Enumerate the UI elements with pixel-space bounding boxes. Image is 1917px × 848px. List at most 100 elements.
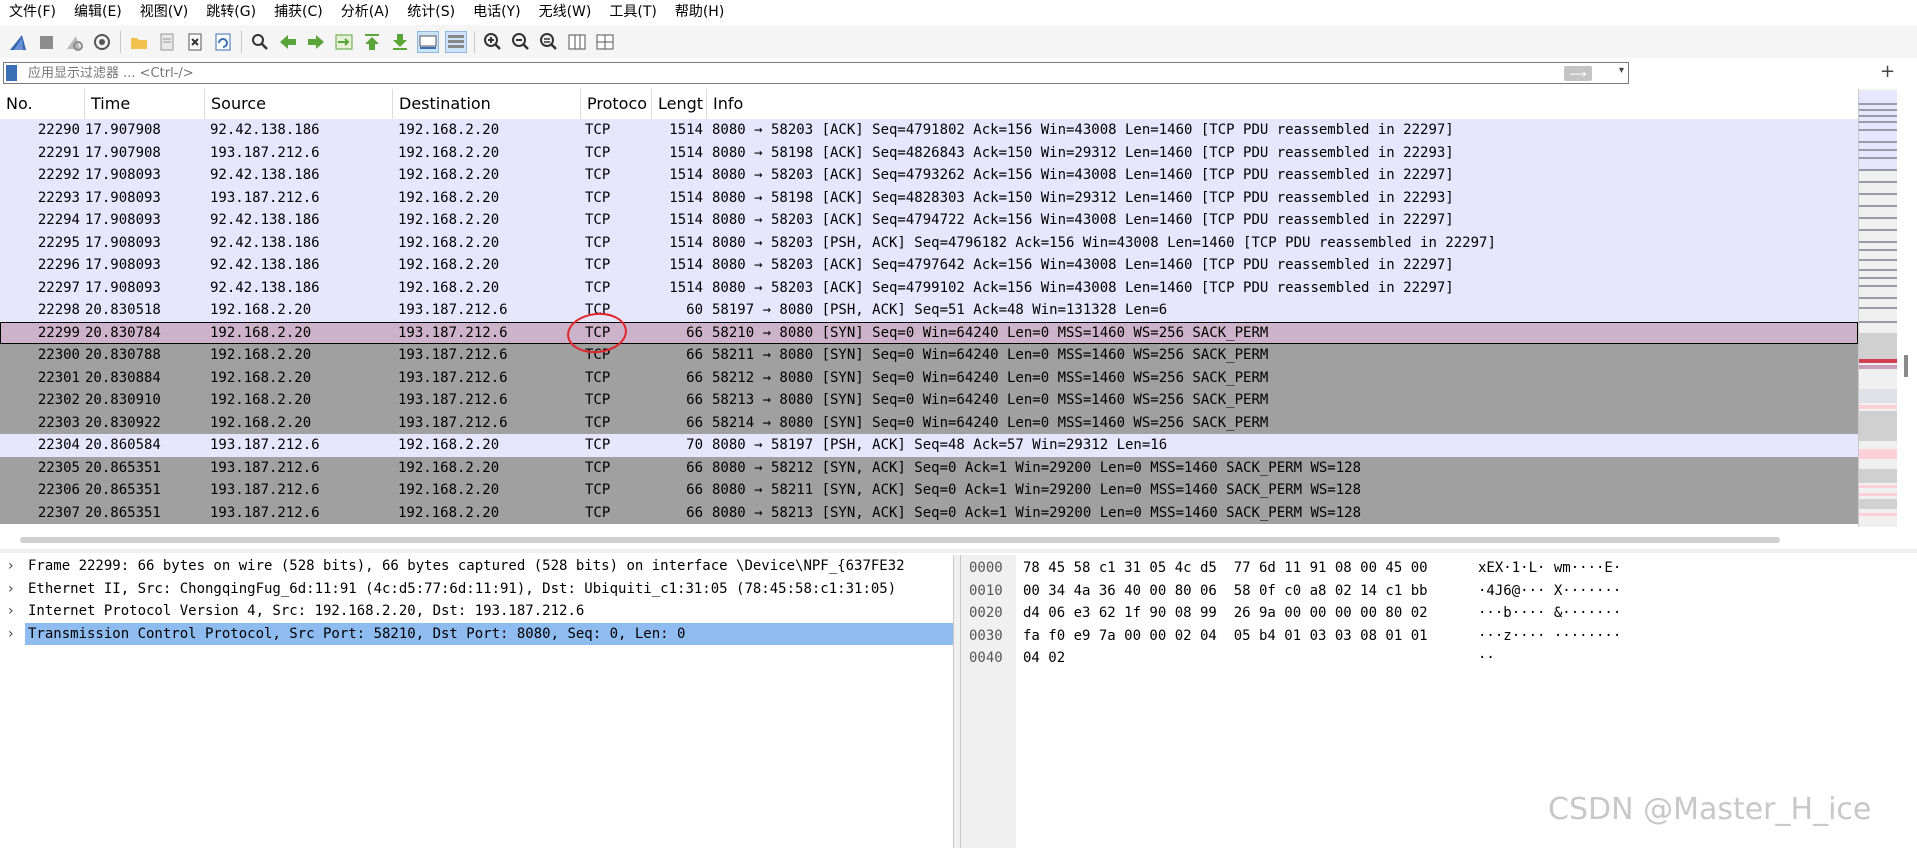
- bytes-ascii[interactable]: xEX·1·L· wm····E·: [1478, 557, 1621, 580]
- stop-icon[interactable]: [35, 31, 57, 53]
- table-row[interactable]: 22302 20.830910 192.168.2.20 193.187.212.6 T…: [0, 389, 1858, 412]
- reload-icon[interactable]: [212, 31, 234, 53]
- menu-item[interactable]: 工具(T): [600, 0, 665, 24]
- packet-list[interactable]: No. Time Source Destination Protoco Leng…: [0, 89, 1858, 527]
- menu-item[interactable]: 捕获(C): [265, 0, 332, 24]
- expand-arrow-icon[interactable]: ›: [8, 600, 20, 623]
- bytes-ascii[interactable]: ···b···· &·······: [1478, 602, 1621, 625]
- chevron-down-icon[interactable]: ▾: [1619, 65, 1624, 76]
- zoom-out-icon[interactable]: [510, 31, 532, 53]
- table-row[interactable]: 22303 20.830922 192.168.2.20 193.187.212.6 T…: [0, 411, 1858, 434]
- bytes-ascii[interactable]: ·4J6@··· X·······: [1478, 580, 1621, 603]
- expand-arrow-icon[interactable]: ›: [8, 555, 20, 578]
- apply-filter-button[interactable]: ⟶: [1564, 66, 1592, 81]
- detail-text: Ethernet II, Src: ChongqingFug_6d:11:91 …: [28, 580, 897, 597]
- bytes-hex[interactable]: fa f0 e9 7a 00 00 02 04 05 b4 01 03 03 0…: [1023, 625, 1428, 648]
- go-back-icon[interactable]: [277, 31, 299, 53]
- restart-icon[interactable]: [63, 31, 85, 53]
- layout-icon[interactable]: [594, 31, 616, 53]
- shark-fin-start-icon[interactable]: [7, 31, 29, 53]
- table-row[interactable]: 22296 17.908093 92.42.138.186 192.168.2.20 T…: [0, 254, 1858, 277]
- packet-minimap[interactable]: [1858, 89, 1897, 527]
- menu-item[interactable]: 电话(Y): [464, 0, 529, 24]
- colorize-icon[interactable]: [445, 30, 467, 53]
- column-header-time[interactable]: Time: [85, 89, 205, 119]
- table-row[interactable]: 22305 20.865351 193.187.212.6 192.168.2.20 T…: [0, 456, 1858, 479]
- expand-arrow-icon[interactable]: ›: [8, 578, 20, 601]
- cell-info: 8080 → 58198 [ACK] Seq=4826843 Ack=150 W…: [712, 144, 1454, 161]
- horizontal-scrollbar[interactable]: [20, 537, 1780, 543]
- go-to-packet-icon[interactable]: [333, 31, 355, 53]
- table-row[interactable]: 22297 17.908093 92.42.138.186 192.168.2.20 T…: [0, 276, 1858, 299]
- table-row[interactable]: 22294 17.908093 92.42.138.186 192.168.2.20 T…: [0, 209, 1858, 232]
- detail-tree-item[interactable]: › Frame 22299: 66 bytes on wire (528 bits…: [0, 555, 955, 578]
- open-folder-icon[interactable]: [128, 31, 150, 53]
- cell-len: 1514: [669, 167, 703, 183]
- detail-tree-item[interactable]: › Transmission Control Protocol, Src Port…: [0, 622, 955, 646]
- autoscroll-icon[interactable]: [417, 30, 439, 53]
- toolbar-separator: [474, 30, 475, 53]
- menu-item[interactable]: 统计(S): [398, 0, 464, 24]
- menu-item[interactable]: 文件(F): [0, 0, 65, 24]
- minimap-band: [1859, 359, 1897, 363]
- close-file-icon[interactable]: [184, 31, 206, 53]
- find-icon[interactable]: [249, 31, 271, 53]
- detail-tree-item[interactable]: › Internet Protocol Version 4, Src: 192.1…: [0, 600, 955, 623]
- bytes-ascii[interactable]: ···z···· ········: [1478, 625, 1621, 648]
- display-filter-input[interactable]: [28, 64, 1528, 82]
- bytes-hex[interactable]: 78 45 58 c1 31 05 4c d5 77 6d 11 91 08 0…: [1023, 557, 1428, 580]
- table-row[interactable]: 22295 17.908093 92.42.138.186 192.168.2.20 T…: [0, 231, 1858, 254]
- pane-splitter[interactable]: [0, 549, 1917, 553]
- cell-src: 193.187.212.6: [210, 189, 320, 206]
- pane-divider[interactable]: [953, 555, 961, 848]
- go-last-icon[interactable]: [389, 31, 411, 53]
- column-header-source[interactable]: Source: [205, 89, 393, 119]
- menu-item[interactable]: 视图(V): [131, 0, 198, 24]
- bytes-hex[interactable]: d4 06 e3 62 1f 90 08 99 26 9a 00 00 00 0…: [1023, 602, 1428, 625]
- save-file-icon[interactable]: [156, 31, 178, 53]
- expand-arrow-icon[interactable]: ›: [8, 623, 20, 646]
- table-row[interactable]: 22290 17.907908 92.42.138.186 192.168.2.20 T…: [0, 119, 1858, 142]
- column-header-length[interactable]: Lengt: [652, 89, 707, 119]
- table-row[interactable]: 22293 17.908093 193.187.212.6 192.168.2.20 T…: [0, 186, 1858, 209]
- table-row[interactable]: 22307 20.865351 193.187.212.6 192.168.2.20 T…: [0, 501, 1858, 524]
- bytes-ascii[interactable]: ··: [1478, 647, 1495, 670]
- column-header-protocol[interactable]: Protoco: [581, 89, 652, 119]
- table-row[interactable]: 22306 20.865351 193.187.212.6 192.168.2.20 T…: [0, 479, 1858, 502]
- zoom-in-icon[interactable]: [482, 31, 504, 53]
- column-header-info[interactable]: Info: [707, 89, 1858, 119]
- table-row[interactable]: 22292 17.908093 92.42.138.186 192.168.2.20 T…: [0, 164, 1858, 187]
- cell-src: 92.42.138.186: [210, 122, 320, 138]
- table-row-selected[interactable]: 22299 20.830784 192.168.2.20 193.187.212.6 T…: [0, 321, 1858, 344]
- add-filter-button[interactable]: +: [1880, 61, 1895, 83]
- table-row[interactable]: 22291 17.907908 193.187.212.6 192.168.2.20 T…: [0, 141, 1858, 164]
- menu-item[interactable]: 帮助(H): [666, 0, 733, 24]
- cell-dst: 193.187.212.6: [398, 347, 508, 363]
- column-header-no[interactable]: No.: [0, 89, 85, 119]
- menu-item[interactable]: 编辑(E): [65, 0, 131, 24]
- zoom-normal-icon[interactable]: [538, 31, 560, 53]
- table-row[interactable]: 22304 20.860584 193.187.212.6 192.168.2.20 T…: [0, 434, 1858, 457]
- cell-no: 22307: [37, 504, 80, 521]
- menu-item[interactable]: 分析(A): [332, 0, 399, 24]
- cell-time: 17.908093: [85, 167, 161, 183]
- cell-src: 92.42.138.186: [210, 279, 320, 296]
- go-first-icon[interactable]: [361, 31, 383, 53]
- bookmark-icon[interactable]: [6, 65, 17, 81]
- table-row[interactable]: 22300 20.830788 192.168.2.20 193.187.212.6 T…: [0, 344, 1858, 367]
- cell-len: 66: [686, 504, 703, 521]
- go-forward-icon[interactable]: [305, 31, 327, 53]
- vertical-scrollbar[interactable]: [1904, 355, 1908, 377]
- table-row[interactable]: 22301 20.830884 192.168.2.20 193.187.212.6 T…: [0, 366, 1858, 389]
- menu-item[interactable]: 无线(W): [530, 0, 601, 24]
- bytes-offset: 0020: [969, 605, 1003, 621]
- bytes-hex[interactable]: 04 02: [1023, 647, 1065, 670]
- table-row[interactable]: 22298 20.830518 192.168.2.20 193.187.212.6 T…: [0, 299, 1858, 322]
- capture-options-icon[interactable]: [91, 31, 113, 53]
- menu-item[interactable]: 跳转(G): [197, 0, 265, 24]
- bytes-hex[interactable]: 00 34 4a 36 40 00 80 06 58 0f c0 a8 02 1…: [1023, 580, 1428, 603]
- detail-tree-item[interactable]: › Ethernet II, Src: ChongqingFug_6d:11:91…: [0, 578, 955, 601]
- column-header-destination[interactable]: Destination: [393, 89, 581, 119]
- resize-columns-icon[interactable]: [566, 31, 588, 53]
- cell-src: 193.187.212.6: [210, 482, 320, 498]
